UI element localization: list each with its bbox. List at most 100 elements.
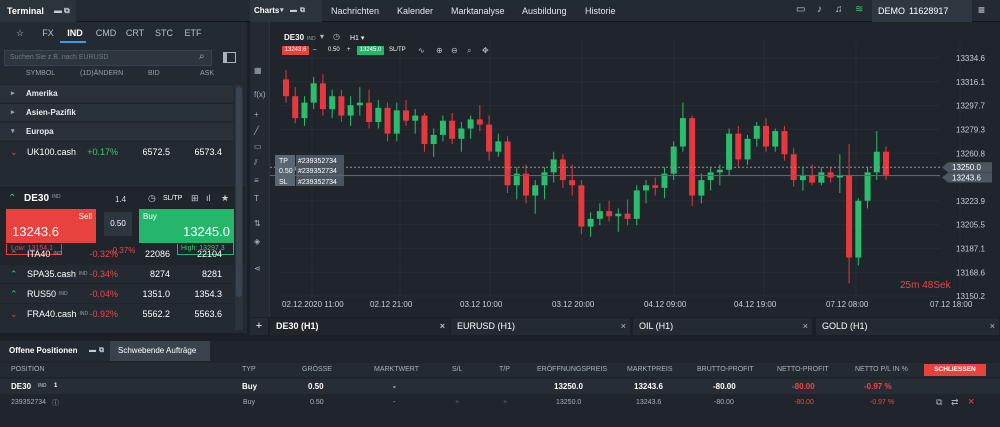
minimize-icon[interactable]: ▬	[54, 0, 62, 22]
instrument-bid[interactable]: 8274	[125, 264, 170, 284]
category-etf[interactable]: ETF	[181, 28, 205, 38]
crosshair-icon[interactable]: +	[254, 110, 259, 119]
category-ind[interactable]: IND	[63, 28, 87, 38]
share-icon[interactable]: ⋖	[254, 264, 261, 273]
line-tool-icon[interactable]: ╱	[254, 126, 259, 135]
popout-icon[interactable]: ⧉	[300, 0, 305, 22]
instrument-bid[interactable]: 1351.0	[125, 284, 170, 304]
chart-sltp[interactable]: SL/TP	[389, 46, 406, 55]
close-icon[interactable]: ×	[440, 318, 445, 335]
nav-kalender[interactable]: Kalender	[397, 0, 433, 22]
chevron-down-icon[interactable]: ▾	[320, 32, 324, 41]
star-icon[interactable]: ★	[221, 193, 229, 204]
plus-icon[interactable]: +	[347, 46, 351, 55]
copy-icon[interactable]: ⧉	[936, 397, 942, 408]
sltp-button[interactable]: SL/TP	[163, 195, 182, 202]
add-icon[interactable]: ⊞	[191, 193, 199, 204]
channel-tool-icon[interactable]: ⫽	[254, 158, 258, 168]
nav-nachrichten[interactable]: Nachrichten	[331, 0, 379, 22]
col-net-profit[interactable]: NETTO-PROFIT	[777, 366, 829, 373]
buy-button[interactable]: Buy 13245.0	[139, 209, 234, 243]
instrument-row[interactable]: ⌃ SPA35.cash IND -0.34% 8274 8281	[0, 263, 233, 283]
close-icon[interactable]: ×	[803, 318, 808, 335]
position-marker[interactable]: 0.50 ^ #239352734	[275, 165, 344, 175]
col-tp[interactable]: T/P	[499, 366, 510, 373]
category-cmd[interactable]: CMD	[94, 28, 118, 38]
reverse-icon[interactable]: ⇄	[951, 397, 959, 408]
instrument-row[interactable]: ⌃ ITA40 IND -0.32% 22086 22104	[0, 243, 233, 263]
col-bid[interactable]: BID	[148, 70, 160, 77]
close-icon[interactable]: ×	[621, 318, 626, 335]
close-icon[interactable]: ×	[990, 318, 995, 335]
timeframe-selector[interactable]: H1 ▾	[350, 34, 364, 42]
instrument-row[interactable]: ⌄ UK100.cash +0.17% 6572.5 6573.4	[0, 141, 233, 161]
tab-open-positions[interactable]: Offene Positionen ▬ ⧉	[0, 341, 110, 361]
chart-icon[interactable]: ıl	[206, 193, 211, 203]
fib-tool-icon[interactable]: ≡	[254, 176, 259, 185]
col-market-value[interactable]: MARKTWERT	[374, 366, 419, 373]
text-tool-icon[interactable]: T	[254, 194, 259, 203]
instrument-ask[interactable]: 6573.4	[180, 142, 222, 162]
col-net-pl-pct[interactable]: NETTO P/L IN %	[855, 366, 908, 373]
minus-icon[interactable]: –	[313, 46, 316, 55]
instrument-bid[interactable]: 5562.2	[125, 304, 170, 324]
close-position-icon[interactable]: ×	[968, 396, 974, 408]
col-size[interactable]: GRÖSSE	[302, 366, 332, 373]
category-stc[interactable]: STC	[152, 28, 176, 38]
instrument-ask[interactable]: 5563.6	[180, 304, 222, 324]
clock-icon[interactable]: ◷	[333, 32, 340, 41]
instrument-ask[interactable]: 22104	[180, 244, 222, 264]
col-open-price[interactable]: ERÖFFNUNGSPREIS	[537, 366, 607, 373]
chart-tab-oil[interactable]: OIL (H1) ×	[633, 318, 813, 335]
zoom-in-icon[interactable]: ⊕	[436, 46, 443, 55]
minimize-icon[interactable]: ▬	[89, 341, 96, 361]
group-asien-pazifik[interactable]: ▸ Asien-Pazifik	[0, 103, 233, 121]
terminal-tab[interactable]: Terminal ▬ ⧉	[0, 0, 76, 22]
category-fx[interactable]: FX	[36, 28, 60, 38]
popout-icon[interactable]: ⧉	[99, 341, 104, 361]
chevron-up-icon[interactable]: ⌃	[8, 193, 16, 204]
category-favorites[interactable]: ☆	[8, 28, 32, 39]
instrument-ask[interactable]: 1354.3	[180, 284, 222, 304]
nav-ausbildung[interactable]: Ausbildung	[522, 0, 567, 22]
chart-buy-button[interactable]: 13245.0	[357, 46, 384, 55]
category-crt[interactable]: CRT	[123, 28, 147, 38]
tp-marker[interactable]: TP #239352734	[275, 155, 344, 165]
col-position[interactable]: POSITION	[11, 366, 44, 373]
instrument-bid[interactable]: 22086	[125, 244, 170, 264]
instrument-row[interactable]: ⌃ RUS50 IND -0.04% 1351.0 1354.3	[0, 283, 233, 303]
add-tp-button[interactable]: +	[503, 399, 507, 406]
add-chart-button[interactable]: +	[250, 318, 268, 335]
group-europa[interactable]: ▾ Europa	[0, 122, 233, 140]
chart-symbol[interactable]: DE30 IND	[284, 33, 316, 42]
position-group-row[interactable]: DE30 IND 1 Buy 0.50 - 13250.0 13243.6 -8…	[0, 379, 1000, 394]
nav-historie[interactable]: Historie	[585, 0, 616, 22]
chart-tab-de30[interactable]: DE30 (H1) ×	[270, 318, 450, 335]
nav-marktanalyse[interactable]: Marktanalyse	[451, 0, 505, 22]
view-toggle-icon[interactable]	[223, 52, 236, 63]
info-icon[interactable]: ⓘ	[52, 398, 59, 408]
minimize-icon[interactable]: ▬	[290, 0, 297, 22]
candle-type-icon[interactable]: ▦	[254, 66, 262, 75]
trend-icon[interactable]: ∿	[418, 46, 425, 55]
monitor-icon[interactable]: ▭	[796, 4, 805, 15]
sell-button[interactable]: Sell 13243.6	[6, 209, 96, 243]
lot-size[interactable]: 1.4	[115, 195, 126, 204]
clock-icon[interactable]: ◷	[148, 193, 156, 204]
col-market-price[interactable]: MARKTPREIS	[627, 366, 673, 373]
col-type[interactable]: TYP	[242, 366, 256, 373]
group-amerika[interactable]: ▸ Amerika	[0, 84, 233, 102]
layout-dropdown-icon[interactable]: ▾	[280, 0, 284, 22]
col-symbol[interactable]: SYMBOL	[26, 70, 55, 77]
instrument-row[interactable]: ⌄ FRA40.cash IND -0.92% 5562.2 5563.6	[0, 303, 233, 323]
instrument-bid[interactable]: 6572.5	[125, 142, 170, 162]
account-selector[interactable]: DEMO 11628917	[872, 0, 972, 22]
instrument-ask[interactable]: 8281	[180, 264, 222, 284]
col-ask[interactable]: ASK	[200, 70, 214, 77]
sl-marker[interactable]: SL #239352734	[275, 176, 344, 186]
add-sl-button[interactable]: +	[455, 399, 459, 406]
close-all-button[interactable]: SCHLIESSEN	[924, 364, 986, 376]
hamburger-menu-icon[interactable]: ≡	[978, 3, 985, 17]
zoom-out-icon[interactable]: ⊖	[451, 46, 458, 55]
layers-icon[interactable]: ◈	[254, 237, 260, 246]
